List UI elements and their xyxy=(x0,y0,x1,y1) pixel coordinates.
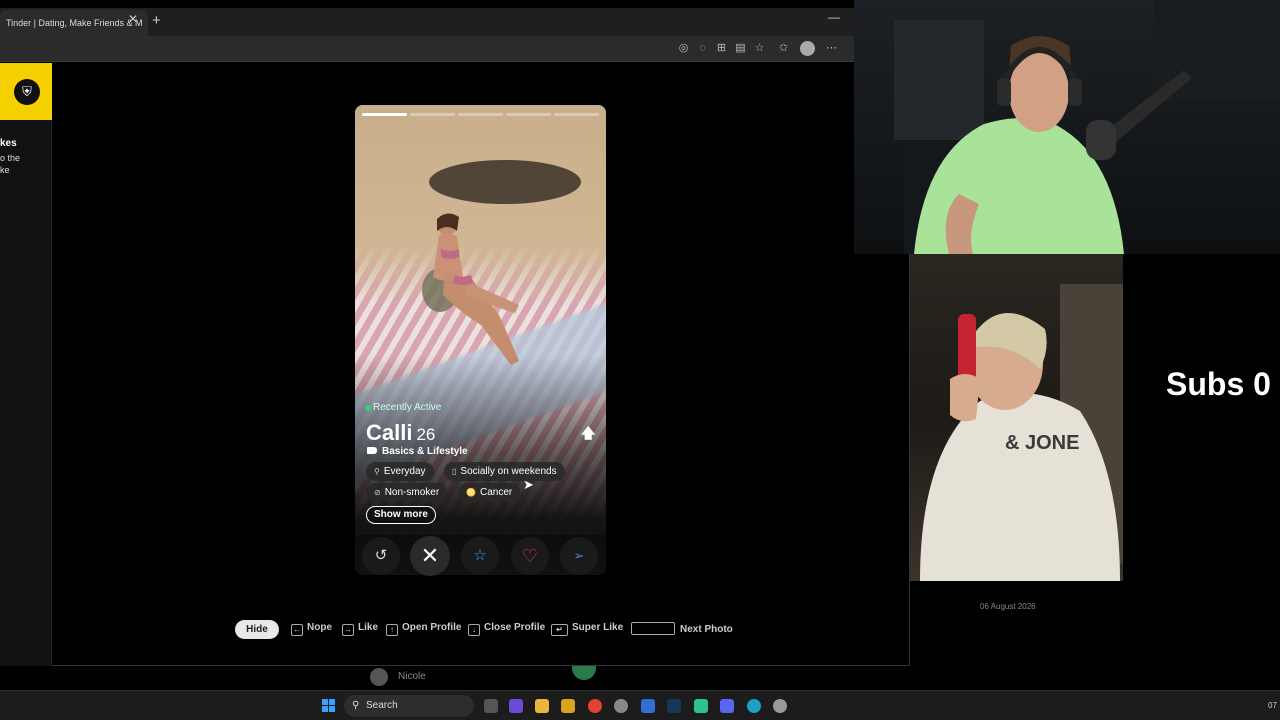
streamer-webcam xyxy=(854,0,1280,254)
active-indicator xyxy=(365,405,371,411)
zodiac-icon: ♋ xyxy=(466,488,476,497)
date-label: 06 August 2026 xyxy=(980,602,1036,611)
mouse-cursor-icon: ➤ xyxy=(523,477,534,492)
photo-progress-segment xyxy=(506,113,551,116)
windows-start-icon[interactable] xyxy=(322,699,336,713)
app-icon[interactable] xyxy=(641,699,655,713)
super-like-button[interactable]: ☆ xyxy=(461,537,499,575)
new-tab-button[interactable]: + xyxy=(152,12,161,29)
settings-app-icon[interactable] xyxy=(614,699,628,713)
shortcut-super-like: ↵ Super Like xyxy=(551,622,623,636)
extensions-icon[interactable]: ⊞ xyxy=(715,42,728,55)
like-button[interactable]: ♡ xyxy=(511,537,549,575)
edge-icon[interactable] xyxy=(747,699,761,713)
shield-icon[interactable]: ⛨ xyxy=(14,79,40,105)
shortcut-nope: ← Nope xyxy=(291,622,332,636)
close-tab-icon[interactable]: ✕ xyxy=(128,12,138,26)
photo-progress-segment xyxy=(554,113,599,116)
gear-icon[interactable] xyxy=(773,699,787,713)
tab-bar: Tinder | Dating, Make Friends & M ✕ + — xyxy=(0,8,854,36)
hoodie-print: & JONE xyxy=(1005,432,1079,454)
lifestyle-chip: ▯ Socially on weekends xyxy=(444,462,565,481)
sidebar-heading: kes xyxy=(0,138,17,149)
photo-progress-segment xyxy=(410,113,455,116)
star-icon[interactable]: ☆ xyxy=(753,42,766,55)
taskbar-search[interactable]: ⚲ Search xyxy=(344,695,474,717)
tab-title: Tinder | Dating, Make Friends & M xyxy=(6,18,143,28)
bell-icon[interactable]: ◌ xyxy=(696,42,709,55)
chrome-icon[interactable] xyxy=(588,699,602,713)
avatar xyxy=(370,668,388,686)
profile-avatar[interactable] xyxy=(800,41,815,56)
app-icon-green[interactable] xyxy=(694,699,708,713)
tab-tinder[interactable]: Tinder | Dating, Make Friends & M xyxy=(0,10,148,36)
shortcut-like: → Like xyxy=(342,622,379,636)
clock: 07 xyxy=(1268,701,1277,710)
photo-progress-segment xyxy=(362,113,407,116)
chat-user: Nicole xyxy=(370,668,470,686)
browser-window: Tinder | Dating, Make Friends & M ✕ + — … xyxy=(0,0,910,666)
smoking-icon: ⊘ xyxy=(374,488,381,497)
reading-icon[interactable]: ▤ xyxy=(734,42,747,55)
shortcut-open-profile: ↑ Open Profile xyxy=(386,622,461,636)
subs-counter: Subs 0 xyxy=(1166,366,1271,402)
discord-icon[interactable] xyxy=(720,699,734,713)
task-view-icon[interactable] xyxy=(484,699,498,713)
favorites-icon[interactable]: ✩ xyxy=(777,42,790,55)
more-icon[interactable]: ⋯ xyxy=(825,42,838,55)
profile-age: 26 xyxy=(416,425,436,444)
space-key xyxy=(631,622,675,635)
browser-toolbar: ◎ ◌ ⊞ ▤ ☆ ✩ ⋯ xyxy=(0,36,854,62)
section-label: Basics & Lifestyle xyxy=(367,446,468,457)
profile-card[interactable]: Recently Active Calli 26 🡅 Basics & Lifes… xyxy=(355,105,606,575)
sidebar-text: o the xyxy=(0,153,21,163)
shortcut-close-profile: ↓ Close Profile xyxy=(468,622,545,636)
tag-icon xyxy=(367,447,377,454)
location-icon[interactable]: ◎ xyxy=(677,42,690,55)
lifestyle-chip: ⊘ Non-smoker xyxy=(366,483,448,502)
social-icon: ▯ xyxy=(452,467,457,476)
left-sidebar: ⛨ kes o the ke xyxy=(0,63,52,666)
sidebar-text: ke xyxy=(0,165,10,175)
file-explorer-icon[interactable] xyxy=(535,699,549,713)
nope-button[interactable]: ✕ xyxy=(410,536,450,576)
lifestyle-chip: ⚲ Everyday xyxy=(366,462,434,481)
drink-icon: ⚲ xyxy=(374,467,380,476)
shortcut-next-photo: Next Photo xyxy=(631,622,733,635)
search-icon: ⚲ xyxy=(352,700,360,711)
status-bubble xyxy=(572,666,596,680)
lifestyle-chip: ♋ Cancer xyxy=(458,483,521,502)
minimize-button[interactable]: — xyxy=(828,10,840,24)
taskbar: ⚲ Search 07 xyxy=(0,690,1280,720)
profile-name: Calli xyxy=(366,420,413,445)
photo-progress-segment xyxy=(458,113,503,116)
open-profile-arrow-icon[interactable]: 🡅 xyxy=(581,423,595,447)
chat-user-name: Nicole xyxy=(398,671,426,682)
boost-button[interactable]: ➢ xyxy=(560,537,598,575)
store-icon[interactable] xyxy=(561,699,575,713)
activity-status: Recently Active xyxy=(373,402,442,413)
rewind-button[interactable]: ↺ xyxy=(362,537,400,575)
guest-webcam: & JONE xyxy=(910,254,1123,581)
copilot-icon[interactable] xyxy=(509,699,523,713)
profile-name-line: Calli 26 xyxy=(366,420,435,446)
steam-icon[interactable] xyxy=(667,699,681,713)
keyboard-shortcuts-bar: Hide ← Nope → Like ↑ Open Profile ↓ Close Pr… xyxy=(0,618,910,642)
hide-shortcuts-button[interactable]: Hide xyxy=(235,620,279,639)
safety-banner: ⛨ xyxy=(0,63,52,120)
show-more-button[interactable]: Show more xyxy=(366,506,436,524)
